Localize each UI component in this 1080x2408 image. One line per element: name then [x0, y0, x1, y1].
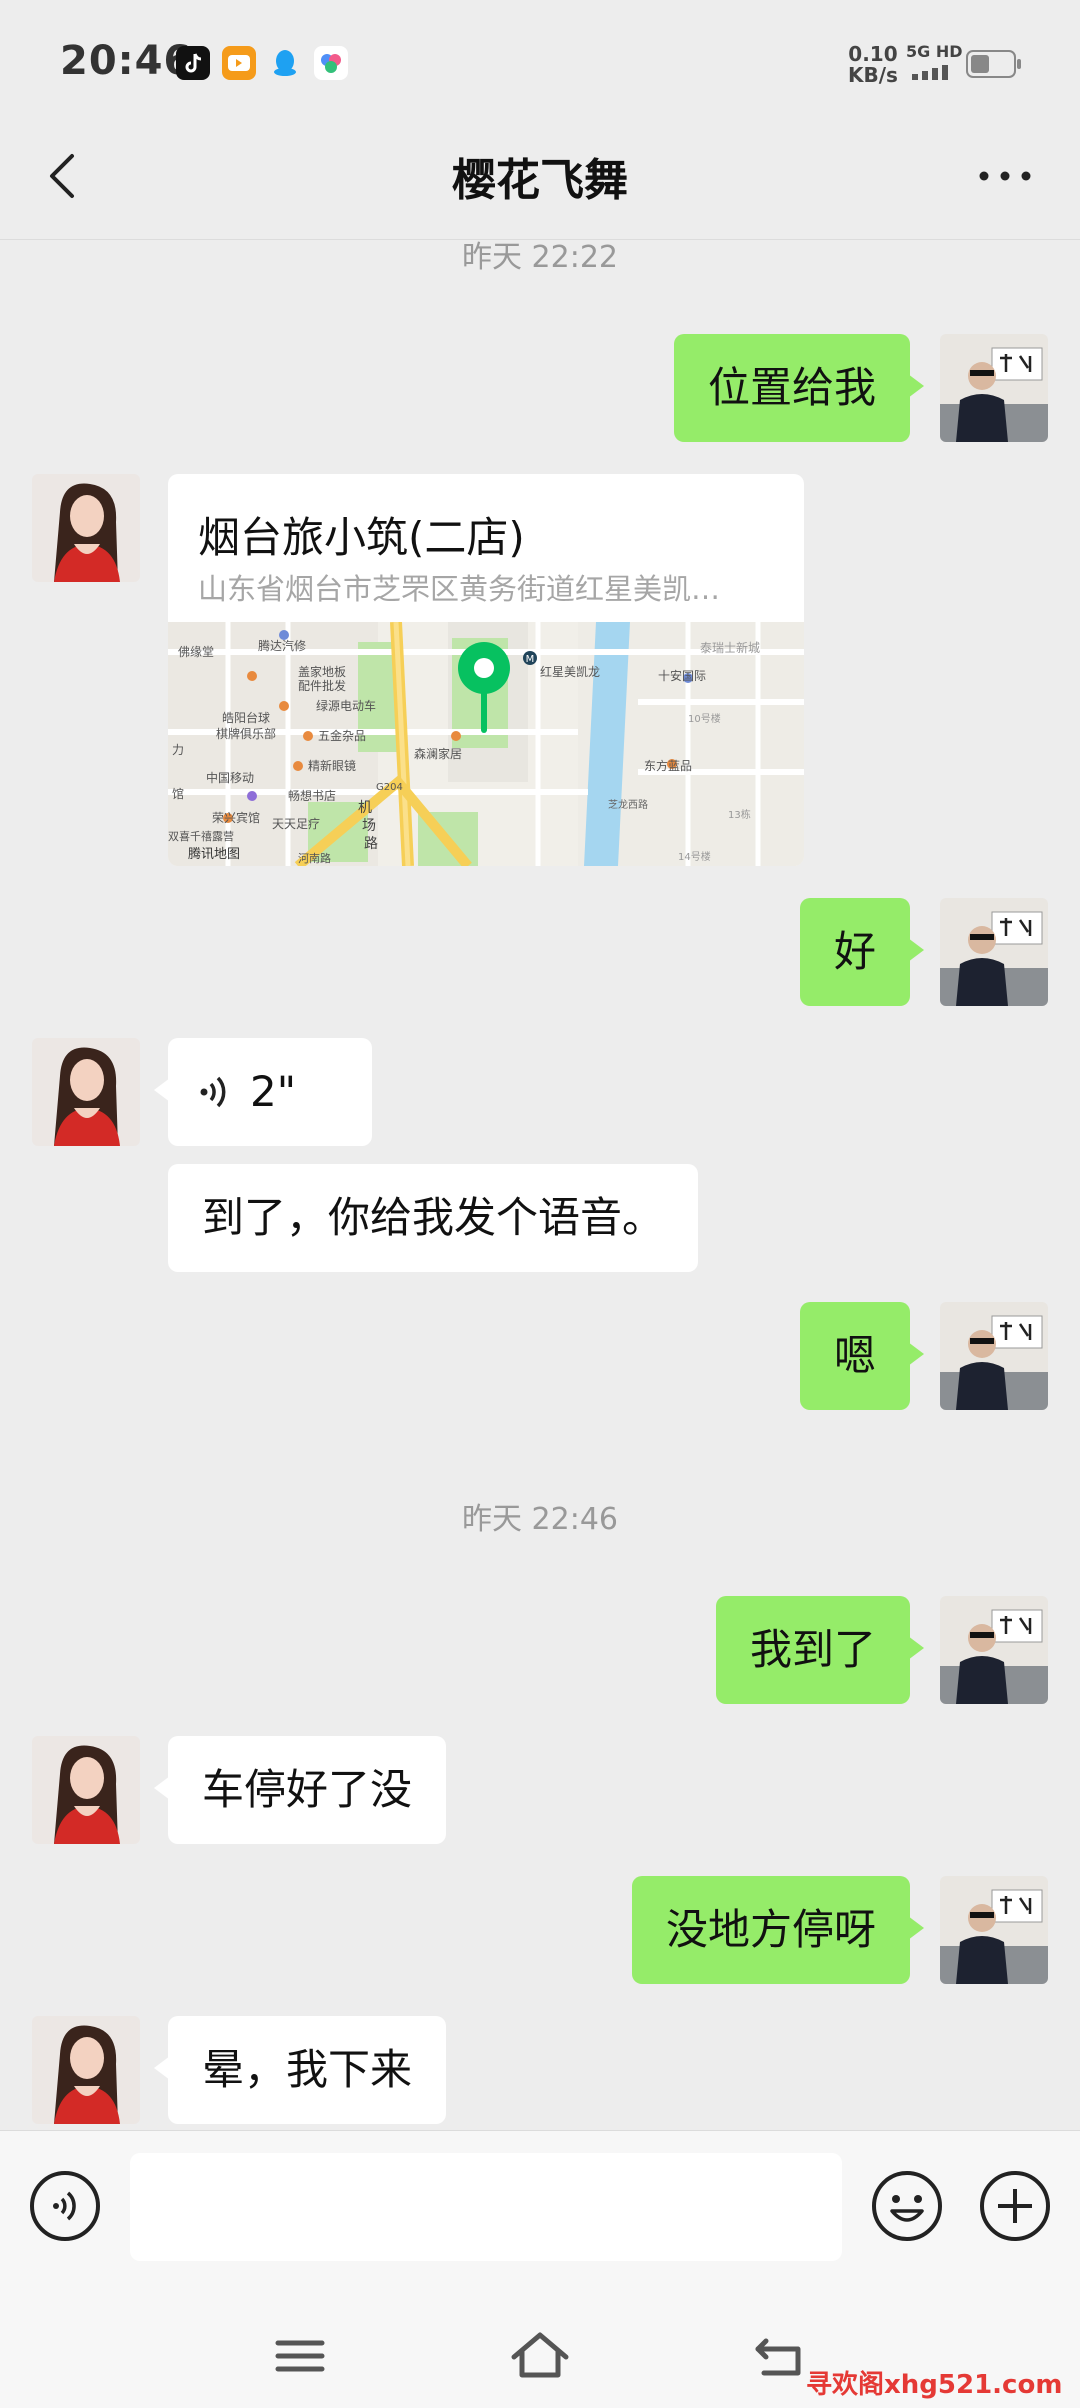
net-speed-unit: KB/s — [848, 63, 898, 87]
metro-label: M — [526, 654, 535, 665]
my-avatar[interactable] — [940, 1876, 1048, 1984]
network-type: 5G HD — [906, 42, 963, 61]
signal-icon — [912, 65, 948, 80]
sent-message-bubble[interactable]: 好 — [799, 898, 925, 1006]
timestamp: 昨天 22:46 — [462, 1502, 618, 1537]
sent-message-bubble[interactable]: 嗯 — [799, 1302, 925, 1410]
map-label: 中国移动 — [206, 770, 254, 785]
map-label: 十安国际 — [658, 668, 706, 683]
video-app-icon — [222, 46, 256, 80]
map-label: 芝龙西路 — [608, 798, 648, 811]
contact-avatar[interactable] — [32, 2016, 140, 2124]
map-label: 泰瑞士新城 — [700, 640, 760, 655]
map-label: 荣兴宾馆 — [212, 810, 260, 825]
more-options-icon[interactable] — [970, 146, 1040, 206]
menu-nav-icon[interactable] — [272, 2327, 328, 2385]
map-label: 河南路 — [298, 852, 331, 865]
map-label: 力 — [172, 743, 184, 757]
battery-icon — [966, 50, 1021, 78]
network-speed: 0.10 KB/s — [848, 44, 898, 86]
back-nav-icon[interactable] — [752, 2327, 810, 2385]
home-nav-icon[interactable] — [508, 2327, 572, 2385]
chat-header: 樱花飞舞 — [0, 126, 1080, 240]
status-time: 20:46 — [60, 38, 193, 84]
map-label: 13栋 — [728, 808, 751, 821]
notification-icons — [176, 46, 348, 80]
map-label: 10号楼 — [688, 712, 721, 725]
voice-input-icon[interactable] — [28, 2169, 102, 2243]
voice-duration: 2" — [250, 1067, 297, 1116]
map-label: 双喜千禧露营 — [168, 829, 234, 843]
map-label: 天天足疗 — [272, 817, 320, 831]
timestamp: 昨天 22:22 — [462, 240, 618, 275]
voice-wave-icon — [200, 1076, 226, 1108]
location-map[interactable]: M 佛缘堂 腾达汽修 盖家地板 配件批发 绿源电动车 皓阳台球 棋牌俱乐部 五金… — [168, 622, 804, 866]
chat-title: 樱花飞舞 — [452, 155, 628, 206]
cloud-app-icon — [314, 46, 348, 80]
map-label: 绿源电动车 — [316, 698, 376, 713]
voice-message-bubble[interactable]: 2" — [154, 1038, 372, 1146]
map-label: 精新眼镜 — [308, 758, 356, 773]
qq-icon — [268, 46, 302, 80]
map-provider-label: 腾讯地图 — [188, 846, 240, 862]
received-message-bubble[interactable]: 晕，我下来 — [153, 2016, 447, 2124]
map-label: 机 — [358, 800, 372, 816]
map-label: 畅想书店 — [288, 788, 336, 803]
contact-avatar[interactable] — [32, 1038, 140, 1146]
message-input[interactable] — [130, 2153, 842, 2261]
net-speed-value: 0.10 — [848, 42, 898, 66]
plus-icon[interactable] — [978, 2169, 1052, 2243]
tiktok-icon — [176, 46, 210, 80]
location-card[interactable]: 烟台旅小筑(二店) 山东省烟台市芝罘区黄务街道红星美凯… M 佛缘堂 腾达汽修 … — [168, 474, 804, 866]
map-label: 森澜家居 — [414, 746, 462, 761]
map-label: 14号楼 — [678, 850, 711, 863]
contact-avatar[interactable] — [32, 1736, 140, 1844]
sent-message-bubble[interactable]: 位置给我 — [673, 334, 925, 442]
map-label: 配件批发 — [298, 678, 346, 693]
my-avatar[interactable] — [940, 1302, 1048, 1410]
received-message-bubble[interactable]: 到了，你给我发个语音。 — [168, 1164, 699, 1272]
my-avatar[interactable] — [940, 898, 1048, 1006]
emoji-icon[interactable] — [870, 2169, 944, 2243]
my-avatar[interactable] — [940, 1596, 1048, 1704]
map-label: 五金杂品 — [318, 728, 366, 743]
map-label: G204 — [376, 782, 403, 793]
status-bar: 20:46 0.10 KB/s 5G HD — [0, 0, 1080, 126]
my-avatar[interactable] — [940, 334, 1048, 442]
sent-message-bubble[interactable]: 我到了 — [715, 1596, 925, 1704]
map-label: 皓阳台球 — [222, 710, 270, 725]
sent-message-bubble[interactable]: 没地方停呀 — [631, 1876, 925, 1984]
map-label: 馆 — [172, 786, 184, 801]
contact-avatar[interactable] — [32, 474, 140, 582]
map-label: 场 — [362, 818, 376, 834]
map-label: 红星美凯龙 — [540, 664, 600, 679]
map-label: 盖家地板 — [298, 664, 346, 679]
location-address: 山东省烟台市芝罘区黄务街道红星美凯… — [198, 572, 721, 606]
received-message-bubble[interactable]: 车停好了没 — [153, 1736, 447, 1844]
watermark-text: 寻欢阁xhg521.com — [806, 2370, 1063, 2400]
map-label: 东方蓝品 — [644, 758, 692, 773]
map-label: 路 — [364, 836, 378, 852]
location-name: 烟台旅小筑(二店) — [198, 513, 525, 562]
map-label: 棋牌俱乐部 — [216, 726, 276, 741]
map-label: 佛缘堂 — [178, 645, 214, 659]
map-label: 腾达汽修 — [258, 638, 306, 653]
